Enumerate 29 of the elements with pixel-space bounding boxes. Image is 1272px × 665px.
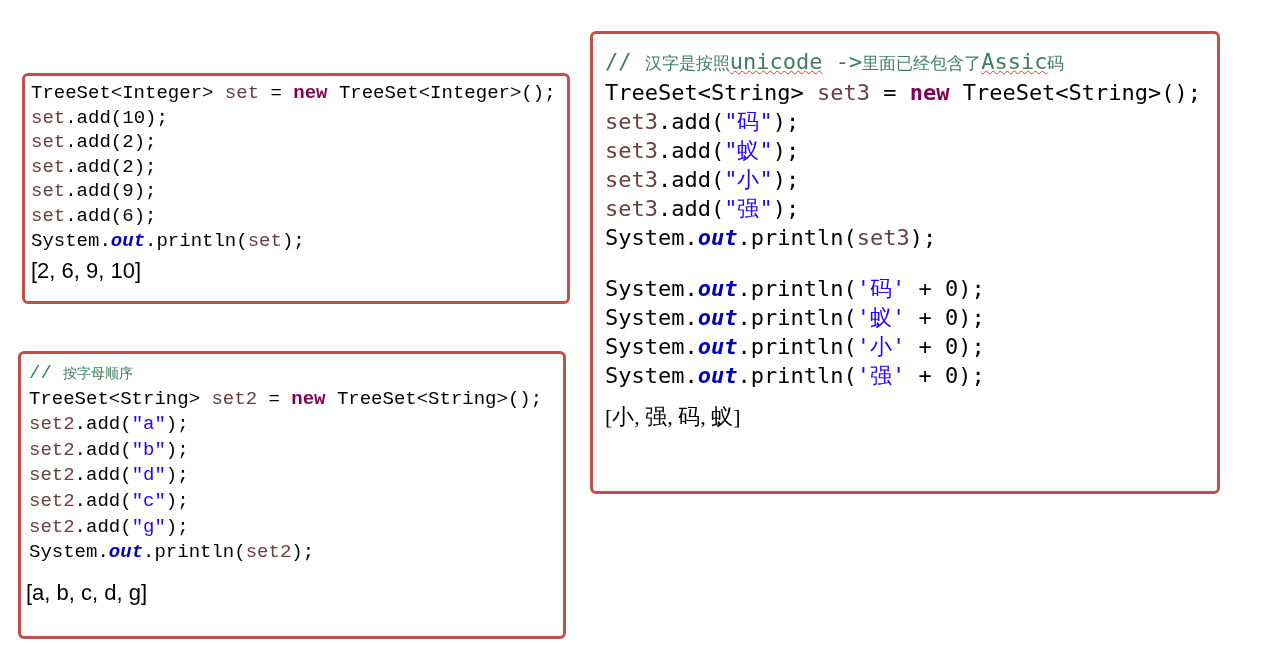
code-line: System.out.println('小' + 0); [605,333,985,361]
code-line: TreeSet<String> set3 = new TreeSet<String>(); [605,79,1202,107]
code-line: set3.add("强"); [605,195,800,223]
code-line: set.add(9); [31,179,157,204]
code-line: set.add(10); [31,105,168,131]
code-line: set2.add("c"); [29,488,189,514]
code-line: set2.add("g"); [29,514,189,540]
code-line: System.out.println(set2); [29,540,315,566]
code-line: System.out.println('强' + 0); [605,362,985,390]
code-line: set3.add("码"); [605,108,800,136]
code-line: set.add(2); [31,130,157,155]
code-line: System.out.println('码' + 0); [605,275,985,303]
code-line: set.add(6); [31,203,157,229]
code-line: TreeSet<Integer> set = new TreeSet<Integer>(); [31,81,556,106]
code-line: set2.add("d"); [29,463,189,489]
code-line: System.out.println('蚁' + 0); [605,304,985,332]
code-line: set.add(2); [31,154,157,180]
code-line: set3.add("蚁"); [605,137,800,165]
code-line: // 按字母顺序 [29,361,134,386]
code-line: System.out.println(set3); [605,224,937,252]
code-line: TreeSet<String> set2 = new TreeSet<String>(); [29,386,543,412]
code-line: System.out.println(set); [31,228,305,254]
output-text: [a, b, c, d, g] [26,579,148,606]
code-line: set2.add("b"); [29,437,189,463]
code-line: // 汉字是按照unicode ->里面已经包含了Assic码 [605,48,1065,76]
output-text: [2, 6, 9, 10] [31,259,142,284]
output-text: [小, 强, 码, 蚁] [605,403,741,431]
code-line: set3.add("小"); [605,166,800,194]
code-line: set2.add("a"); [29,412,189,438]
